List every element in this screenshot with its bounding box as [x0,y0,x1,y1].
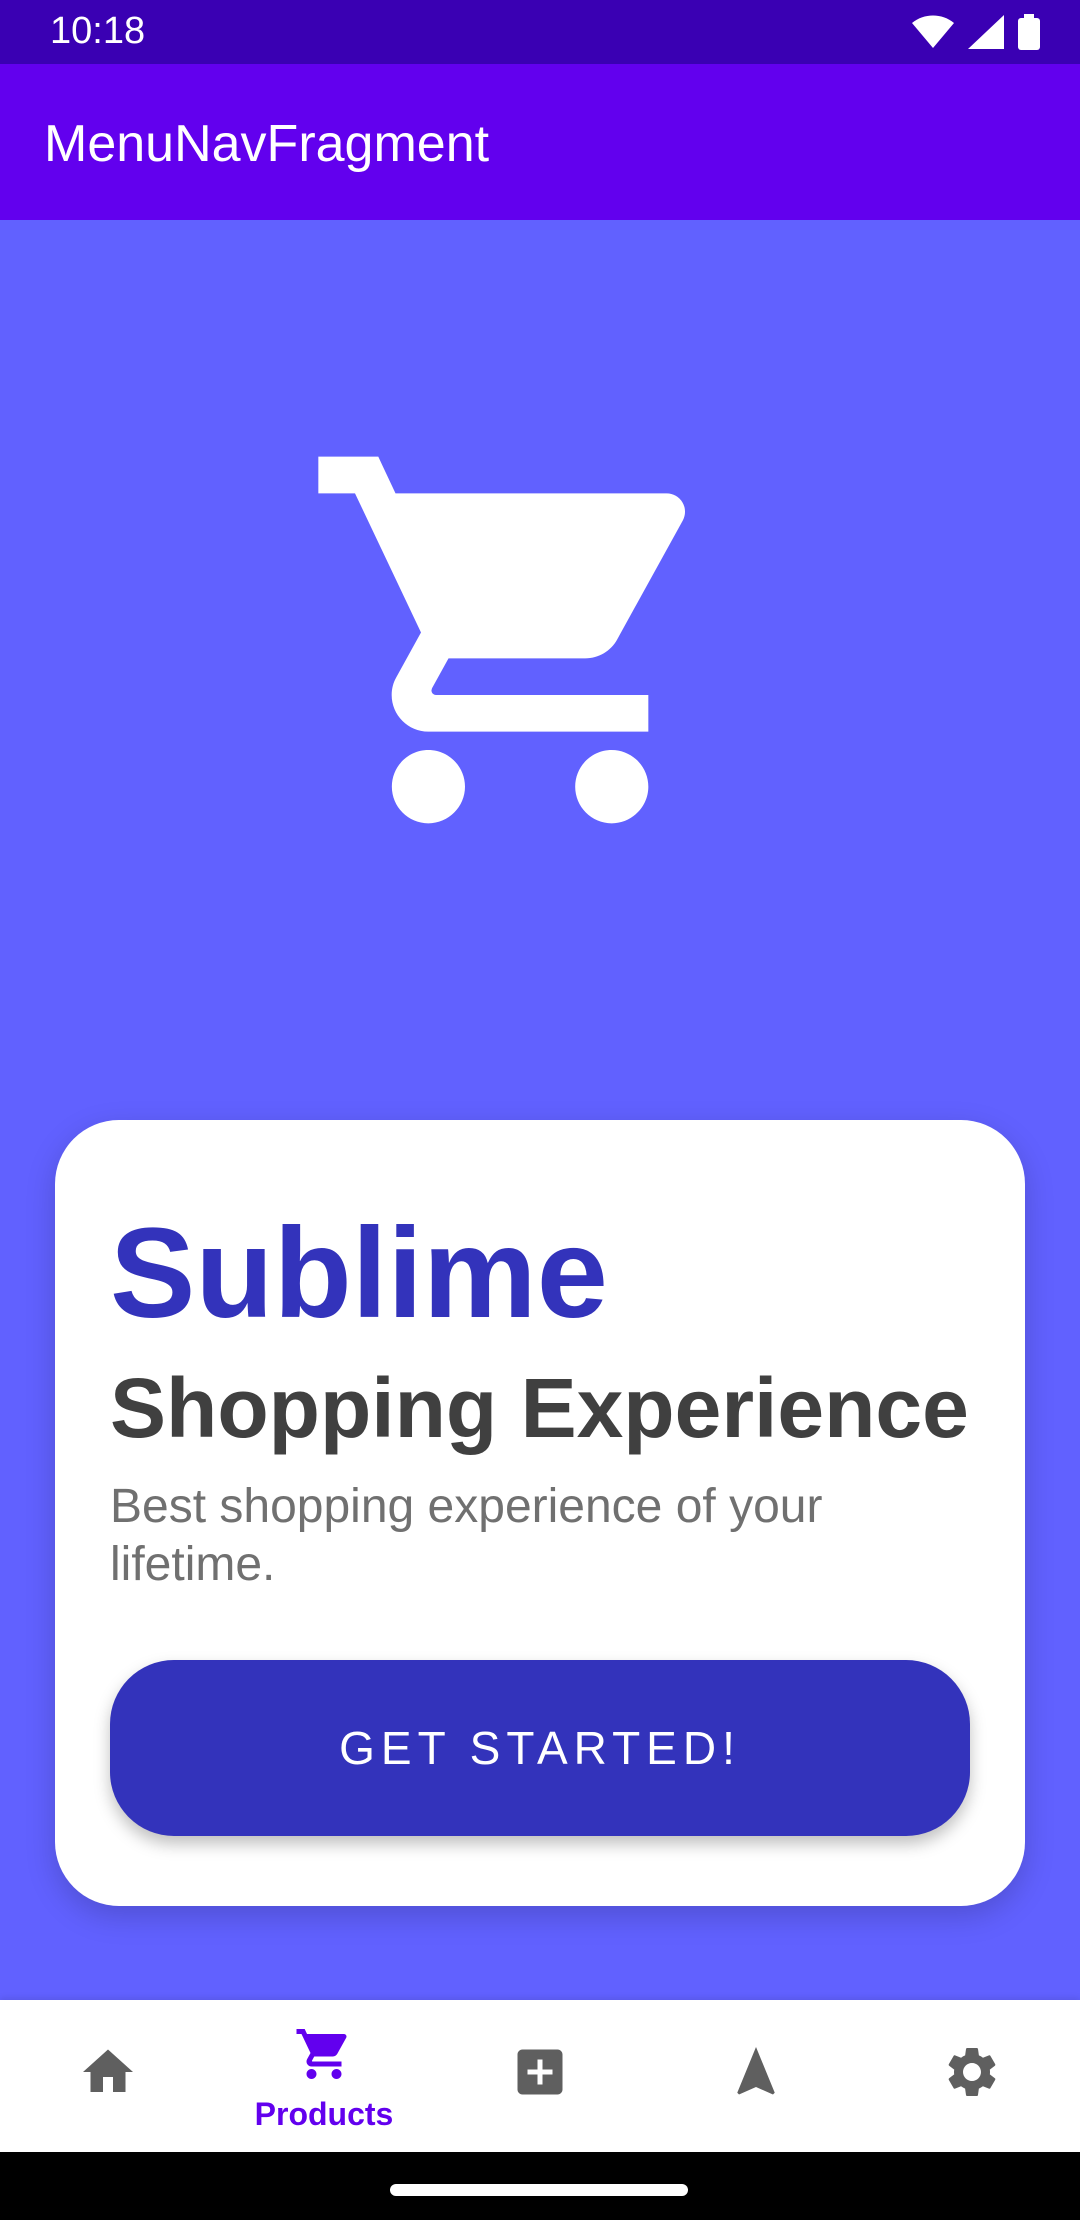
status-icons [912,14,1040,50]
nav-label-products: Products [254,2096,394,2132]
shopping-cart-icon [318,456,686,824]
nav-item-navigation[interactable] [648,2000,864,2152]
nav-item-products[interactable]: Products [216,2000,432,2152]
bottom-navigation: Products [0,2000,1080,2152]
settings-icon [948,2048,996,2096]
cart-icon [296,2029,347,2079]
add-box-icon [517,2049,563,2095]
get-started-button[interactable]: GET STARTED! [110,1660,970,1836]
status-time: 10:18 [50,10,146,52]
nav-item-home[interactable] [0,2000,216,2152]
main-content: Sublime Shopping Experience Best shoppin… [0,220,1080,2000]
gesture-bar [0,2152,1080,2220]
app-bar: MenuNavFragment [0,64,1080,220]
gesture-handle[interactable] [390,2184,688,2196]
nav-item-settings[interactable] [864,2000,1080,2152]
signal-icon [968,15,1004,49]
app-title: MenuNavFragment [44,115,490,173]
welcome-card: Sublime Shopping Experience Best shoppin… [55,1120,1025,1906]
card-title: Sublime [110,1202,608,1345]
home-icon [83,2049,133,2092]
card-description: Best shopping experience of your lifetim… [110,1480,823,1591]
navigation-icon [737,2047,775,2095]
nav-item-add[interactable] [432,2000,648,2152]
wifi-icon [912,15,954,48]
status-bar: 10:18 [0,0,1080,64]
card-subtitle: Shopping Experience [110,1361,969,1455]
battery-icon [1018,14,1040,50]
